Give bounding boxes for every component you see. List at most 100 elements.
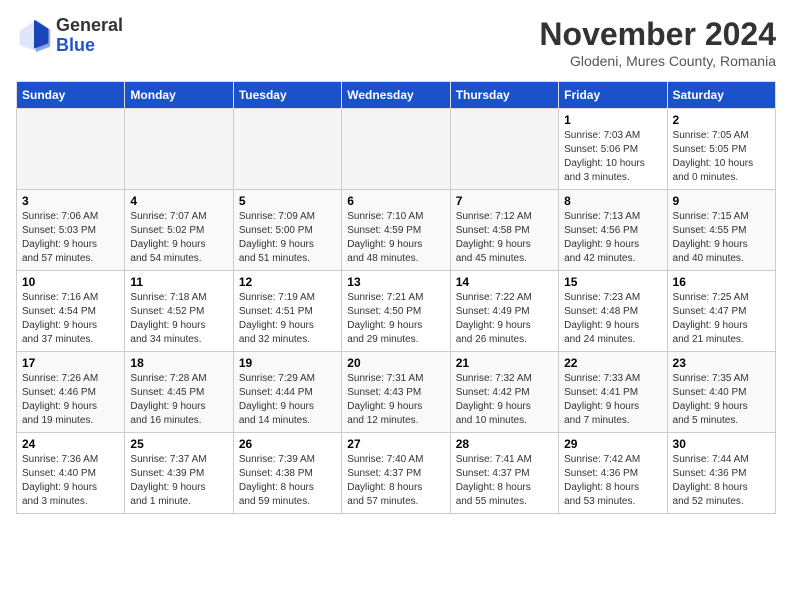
logo-text: General Blue <box>56 16 123 56</box>
calendar-day-cell: 10 Sunrise: 7:16 AM Sunset: 4:54 PM Dayli… <box>17 271 125 352</box>
day-number: 12 <box>239 275 336 289</box>
day-info: Sunrise: 7:32 AM Sunset: 4:42 PM Dayligh… <box>456 372 553 428</box>
day-number: 19 <box>239 356 336 370</box>
day-number: 23 <box>673 356 770 370</box>
day-info: Sunrise: 7:29 AM Sunset: 4:44 PM Dayligh… <box>239 372 336 428</box>
logo: General Blue <box>16 16 123 56</box>
logo-icon <box>16 18 52 54</box>
day-number: 13 <box>347 275 444 289</box>
day-number: 21 <box>456 356 553 370</box>
day-number: 15 <box>564 275 661 289</box>
day-number: 17 <box>22 356 119 370</box>
calendar-day-cell <box>342 109 450 190</box>
day-number: 20 <box>347 356 444 370</box>
calendar-day-cell: 22 Sunrise: 7:33 AM Sunset: 4:41 PM Dayli… <box>559 352 667 433</box>
location-subtitle: Glodeni, Mures County, Romania <box>539 53 776 69</box>
calendar-day-cell: 1Sunrise: 7:03 AM Sunset: 5:06 PM Daylig… <box>559 109 667 190</box>
calendar-day-cell <box>17 109 125 190</box>
calendar-day-cell: 21 Sunrise: 7:32 AM Sunset: 4:42 PM Dayli… <box>450 352 558 433</box>
day-number: 2 <box>673 113 770 127</box>
calendar-day-cell <box>125 109 233 190</box>
weekday-header: Thursday <box>450 82 558 109</box>
calendar-day-cell: 13 Sunrise: 7:21 AM Sunset: 4:50 PM Dayli… <box>342 271 450 352</box>
day-info: Sunrise: 7:16 AM Sunset: 4:54 PM Dayligh… <box>22 291 119 347</box>
calendar-day-cell: 19 Sunrise: 7:29 AM Sunset: 4:44 PM Dayli… <box>233 352 341 433</box>
day-number: 22 <box>564 356 661 370</box>
calendar-day-cell: 29 Sunrise: 7:42 AM Sunset: 4:36 PM Dayli… <box>559 433 667 514</box>
calendar-day-cell: 24 Sunrise: 7:36 AM Sunset: 4:40 PM Dayli… <box>17 433 125 514</box>
calendar-week-row: 17 Sunrise: 7:26 AM Sunset: 4:46 PM Dayli… <box>17 352 776 433</box>
day-info: Sunrise: 7:33 AM Sunset: 4:41 PM Dayligh… <box>564 372 661 428</box>
calendar-week-row: 3Sunrise: 7:06 AM Sunset: 5:03 PM Daylig… <box>17 190 776 271</box>
title-block: November 2024 Glodeni, Mures County, Rom… <box>539 16 776 69</box>
calendar-day-cell: 26 Sunrise: 7:39 AM Sunset: 4:38 PM Dayli… <box>233 433 341 514</box>
day-info: Sunrise: 7:44 AM Sunset: 4:36 PM Dayligh… <box>673 453 770 509</box>
day-info: Sunrise: 7:41 AM Sunset: 4:37 PM Dayligh… <box>456 453 553 509</box>
calendar-day-cell: 27 Sunrise: 7:40 AM Sunset: 4:37 PM Dayli… <box>342 433 450 514</box>
day-number: 18 <box>130 356 227 370</box>
calendar-day-cell: 15 Sunrise: 7:23 AM Sunset: 4:48 PM Dayli… <box>559 271 667 352</box>
weekday-header: Tuesday <box>233 82 341 109</box>
day-info: Sunrise: 7:40 AM Sunset: 4:37 PM Dayligh… <box>347 453 444 509</box>
logo-blue: Blue <box>56 35 95 55</box>
calendar-week-row: 24 Sunrise: 7:36 AM Sunset: 4:40 PM Dayli… <box>17 433 776 514</box>
day-info: Sunrise: 7:28 AM Sunset: 4:45 PM Dayligh… <box>130 372 227 428</box>
calendar-day-cell: 14Sunrise: 7:22 AM Sunset: 4:49 PM Dayli… <box>450 271 558 352</box>
weekday-header: Sunday <box>17 82 125 109</box>
weekday-header: Monday <box>125 82 233 109</box>
calendar-day-cell: 28 Sunrise: 7:41 AM Sunset: 4:37 PM Dayli… <box>450 433 558 514</box>
day-info: Sunrise: 7:23 AM Sunset: 4:48 PM Dayligh… <box>564 291 661 347</box>
weekday-header: Wednesday <box>342 82 450 109</box>
calendar-day-cell: 23 Sunrise: 7:35 AM Sunset: 4:40 PM Dayli… <box>667 352 775 433</box>
day-number: 10 <box>22 275 119 289</box>
day-info: Sunrise: 7:39 AM Sunset: 4:38 PM Dayligh… <box>239 453 336 509</box>
day-info: Sunrise: 7:06 AM Sunset: 5:03 PM Dayligh… <box>22 210 119 266</box>
day-info: Sunrise: 7:07 AM Sunset: 5:02 PM Dayligh… <box>130 210 227 266</box>
calendar-day-cell: 4Sunrise: 7:07 AM Sunset: 5:02 PM Daylig… <box>125 190 233 271</box>
day-number: 27 <box>347 437 444 451</box>
day-number: 8 <box>564 194 661 208</box>
day-number: 5 <box>239 194 336 208</box>
weekday-header: Saturday <box>667 82 775 109</box>
day-info: Sunrise: 7:42 AM Sunset: 4:36 PM Dayligh… <box>564 453 661 509</box>
calendar-header-row: SundayMondayTuesdayWednesdayThursdayFrid… <box>17 82 776 109</box>
day-info: Sunrise: 7:21 AM Sunset: 4:50 PM Dayligh… <box>347 291 444 347</box>
day-info: Sunrise: 7:36 AM Sunset: 4:40 PM Dayligh… <box>22 453 119 509</box>
day-info: Sunrise: 7:05 AM Sunset: 5:05 PM Dayligh… <box>673 129 770 185</box>
calendar-day-cell: 20 Sunrise: 7:31 AM Sunset: 4:43 PM Dayli… <box>342 352 450 433</box>
calendar-day-cell: 30Sunrise: 7:44 AM Sunset: 4:36 PM Dayli… <box>667 433 775 514</box>
calendar-day-cell: 17 Sunrise: 7:26 AM Sunset: 4:46 PM Dayli… <box>17 352 125 433</box>
calendar-day-cell: 2 Sunrise: 7:05 AM Sunset: 5:05 PM Daylig… <box>667 109 775 190</box>
page-header: General Blue November 2024 Glodeni, Mure… <box>16 16 776 69</box>
day-info: Sunrise: 7:31 AM Sunset: 4:43 PM Dayligh… <box>347 372 444 428</box>
calendar-day-cell: 9 Sunrise: 7:15 AM Sunset: 4:55 PM Daylig… <box>667 190 775 271</box>
day-number: 16 <box>673 275 770 289</box>
calendar-week-row: 10 Sunrise: 7:16 AM Sunset: 4:54 PM Dayli… <box>17 271 776 352</box>
day-number: 26 <box>239 437 336 451</box>
calendar-week-row: 1Sunrise: 7:03 AM Sunset: 5:06 PM Daylig… <box>17 109 776 190</box>
day-number: 9 <box>673 194 770 208</box>
calendar-day-cell <box>450 109 558 190</box>
day-number: 14 <box>456 275 553 289</box>
day-number: 29 <box>564 437 661 451</box>
day-number: 7 <box>456 194 553 208</box>
day-info: Sunrise: 7:15 AM Sunset: 4:55 PM Dayligh… <box>673 210 770 266</box>
day-info: Sunrise: 7:09 AM Sunset: 5:00 PM Dayligh… <box>239 210 336 266</box>
day-info: Sunrise: 7:35 AM Sunset: 4:40 PM Dayligh… <box>673 372 770 428</box>
day-number: 6 <box>347 194 444 208</box>
day-info: Sunrise: 7:10 AM Sunset: 4:59 PM Dayligh… <box>347 210 444 266</box>
calendar-day-cell: 3Sunrise: 7:06 AM Sunset: 5:03 PM Daylig… <box>17 190 125 271</box>
day-info: Sunrise: 7:18 AM Sunset: 4:52 PM Dayligh… <box>130 291 227 347</box>
calendar-day-cell: 25Sunrise: 7:37 AM Sunset: 4:39 PM Dayli… <box>125 433 233 514</box>
calendar-day-cell: 5 Sunrise: 7:09 AM Sunset: 5:00 PM Daylig… <box>233 190 341 271</box>
day-info: Sunrise: 7:26 AM Sunset: 4:46 PM Dayligh… <box>22 372 119 428</box>
day-number: 24 <box>22 437 119 451</box>
day-number: 25 <box>130 437 227 451</box>
day-info: Sunrise: 7:12 AM Sunset: 4:58 PM Dayligh… <box>456 210 553 266</box>
calendar-day-cell: 6 Sunrise: 7:10 AM Sunset: 4:59 PM Daylig… <box>342 190 450 271</box>
day-number: 1 <box>564 113 661 127</box>
calendar-day-cell: 12Sunrise: 7:19 AM Sunset: 4:51 PM Dayli… <box>233 271 341 352</box>
day-number: 28 <box>456 437 553 451</box>
calendar-day-cell: 18 Sunrise: 7:28 AM Sunset: 4:45 PM Dayli… <box>125 352 233 433</box>
calendar-day-cell: 11Sunrise: 7:18 AM Sunset: 4:52 PM Dayli… <box>125 271 233 352</box>
